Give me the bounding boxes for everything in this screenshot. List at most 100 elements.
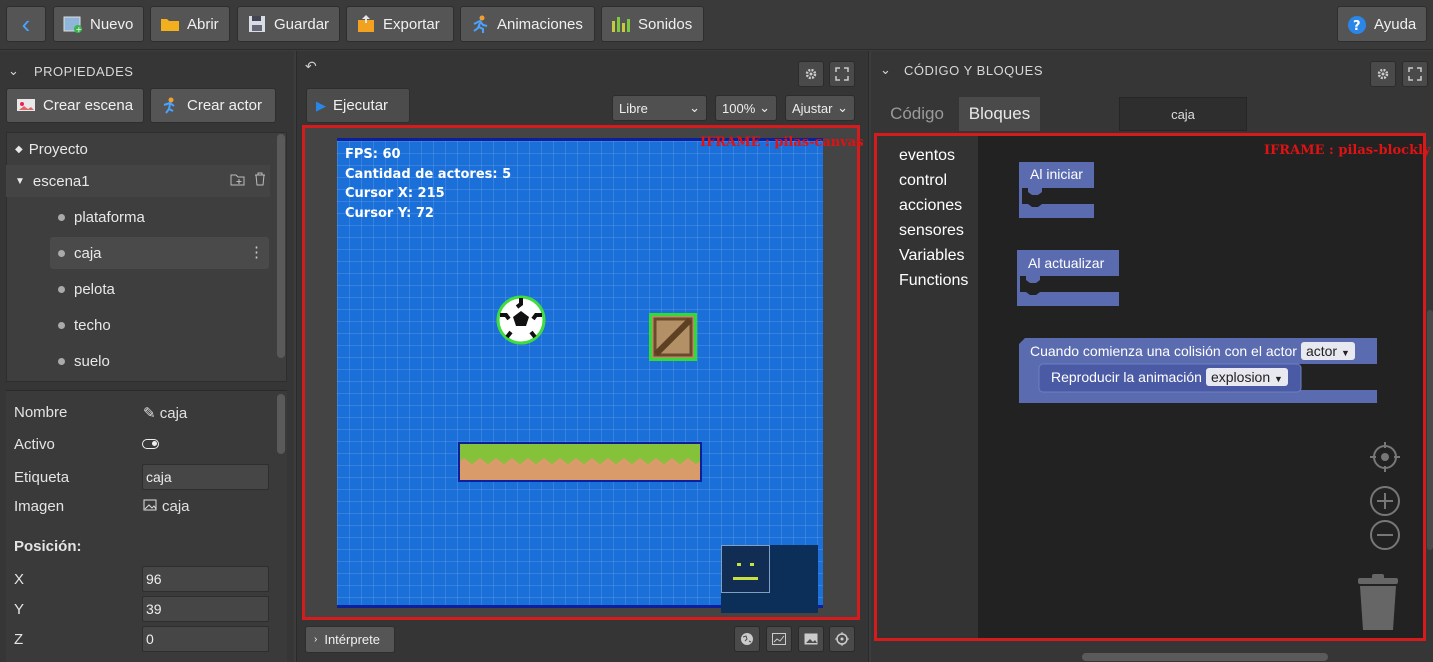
sonidos-label: Sonidos bbox=[638, 15, 693, 33]
actor-dropdown[interactable]: actor ▼ bbox=[1300, 342, 1355, 360]
exportar-label: Exportar bbox=[383, 15, 440, 33]
crear-actor-button[interactable]: Crear actor bbox=[150, 88, 276, 123]
tree-item-label: caja bbox=[74, 244, 102, 262]
toolbox-control[interactable]: control bbox=[899, 172, 947, 190]
tab-bloques[interactable]: Bloques bbox=[959, 97, 1040, 131]
block-label: Cuando comienza una colisión con el acto… bbox=[1030, 343, 1297, 359]
tree-item-caja[interactable]: caja ⋮ bbox=[50, 237, 269, 269]
toolbox-eventos[interactable]: eventos bbox=[899, 147, 955, 165]
back-button[interactable]: ‹ bbox=[6, 6, 46, 42]
guardar-button[interactable]: Guardar bbox=[237, 6, 340, 42]
toolbox-functions[interactable]: Functions bbox=[899, 272, 968, 290]
animaciones-button[interactable]: Animaciones bbox=[460, 6, 595, 42]
recenter-icon[interactable] bbox=[1369, 441, 1401, 476]
nombre-label: Nombre bbox=[14, 404, 68, 421]
chevron-right-icon: › bbox=[314, 634, 318, 645]
tree-item-proyecto[interactable]: ◆ Proyecto bbox=[6, 133, 270, 165]
ayuda-label: Ayuda bbox=[1374, 15, 1417, 33]
play-icon: ▶ bbox=[316, 97, 326, 113]
props-scrollbar[interactable] bbox=[277, 394, 285, 454]
x-field[interactable]: 96 bbox=[142, 566, 269, 592]
image-icon[interactable] bbox=[798, 626, 824, 652]
pelota-actor[interactable] bbox=[496, 295, 546, 348]
collapse-chevron-icon[interactable]: ⌄ bbox=[880, 62, 891, 78]
crosshair-icon[interactable] bbox=[829, 626, 855, 652]
trash-can-icon[interactable] bbox=[1356, 574, 1400, 635]
tree-item-suelo[interactable]: suelo bbox=[6, 345, 270, 377]
undo-icon[interactable]: ↶ bbox=[305, 58, 317, 75]
toolbox-acciones[interactable]: acciones bbox=[899, 197, 962, 215]
svg-text:?: ? bbox=[1353, 19, 1361, 34]
dropdown-value: explosion bbox=[1210, 369, 1271, 385]
minimap[interactable] bbox=[721, 545, 818, 613]
chevron-down-icon: ⌄ bbox=[759, 100, 770, 115]
chevron-down-icon: ⌄ bbox=[837, 100, 848, 115]
crear-escena-label: Crear escena bbox=[43, 97, 134, 114]
z-field[interactable]: 0 bbox=[142, 626, 269, 652]
block-colision[interactable]: Cuando comienza una colisión con el acto… bbox=[1019, 338, 1377, 404]
trash-icon[interactable] bbox=[254, 172, 266, 190]
settings-gear-icon[interactable] bbox=[798, 61, 824, 87]
mode-select[interactable]: Libre ⌄ bbox=[612, 95, 707, 121]
save-icon bbox=[247, 15, 267, 33]
fullscreen-icon[interactable] bbox=[1402, 61, 1428, 87]
plataforma-actor[interactable] bbox=[458, 442, 702, 482]
tree-item-techo[interactable]: techo bbox=[6, 309, 270, 341]
horizontal-scrollbar[interactable] bbox=[1082, 653, 1328, 661]
block-al-iniciar[interactable]: Al iniciar bbox=[1019, 162, 1099, 227]
caja-actor[interactable] bbox=[649, 313, 697, 361]
etiqueta-field[interactable]: caja bbox=[142, 464, 269, 490]
zoom-out-icon[interactable] bbox=[1369, 519, 1401, 554]
tree-item-label: techo bbox=[74, 316, 111, 334]
interprete-button[interactable]: › Intérprete bbox=[305, 626, 395, 653]
block-al-actualizar[interactable]: Al actualizar bbox=[1017, 250, 1121, 315]
add-folder-icon[interactable] bbox=[230, 173, 245, 190]
tab-codigo[interactable]: Código bbox=[880, 97, 954, 131]
globe-icon[interactable] bbox=[734, 626, 760, 652]
tree-item-plataforma[interactable]: plataforma bbox=[6, 201, 270, 233]
pencil-icon: ✎ bbox=[143, 405, 156, 422]
abrir-button[interactable]: Abrir bbox=[150, 6, 230, 42]
imagen-value[interactable]: caja bbox=[143, 498, 190, 515]
fit-select[interactable]: Ajustar ⌄ bbox=[785, 95, 855, 121]
interprete-label: Intérprete bbox=[324, 632, 380, 647]
more-vert-icon[interactable]: ⋮ bbox=[249, 243, 264, 261]
exportar-button[interactable]: Exportar bbox=[346, 6, 454, 42]
propiedades-header: PROPIEDADES bbox=[34, 64, 134, 79]
toolbox-sensores[interactable]: sensores bbox=[899, 222, 964, 240]
tree-scrollbar[interactable] bbox=[277, 134, 285, 358]
minimap-viewport[interactable] bbox=[721, 545, 770, 593]
tree-item-escena1[interactable]: ▼ escena1 bbox=[6, 165, 270, 197]
crear-escena-button[interactable]: Crear escena bbox=[6, 88, 144, 123]
svg-text:+: + bbox=[76, 25, 83, 33]
toolbox-variables[interactable]: Variables bbox=[899, 247, 965, 265]
zoom-in-icon[interactable] bbox=[1369, 485, 1401, 520]
mode-select-value: Libre bbox=[619, 100, 648, 116]
nombre-text: caja bbox=[159, 405, 188, 422]
activo-toggle[interactable] bbox=[142, 439, 159, 449]
right-panel-scrollbar[interactable] bbox=[1427, 310, 1433, 550]
bullet-icon bbox=[58, 285, 65, 293]
tree-item-pelota[interactable]: pelota bbox=[6, 273, 270, 305]
export-icon bbox=[356, 15, 376, 33]
actor-name-tab[interactable]: caja bbox=[1119, 97, 1247, 131]
nombre-value[interactable]: ✎ caja bbox=[143, 404, 187, 422]
zoom-select[interactable]: 100% ⌄ bbox=[715, 95, 777, 121]
sonidos-button[interactable]: Sonidos bbox=[601, 6, 704, 42]
settings-gear-icon[interactable] bbox=[1370, 61, 1396, 87]
tree-item-label: pelota bbox=[74, 280, 115, 298]
bullet-icon bbox=[58, 321, 65, 329]
crear-actor-label: Crear actor bbox=[187, 97, 263, 114]
chart-icon[interactable] bbox=[766, 626, 792, 652]
fullscreen-icon[interactable] bbox=[829, 61, 855, 87]
animation-dropdown[interactable]: explosion ▼ bbox=[1205, 368, 1288, 386]
y-field[interactable]: 39 bbox=[142, 596, 269, 622]
ejecutar-button[interactable]: ▶ Ejecutar bbox=[306, 88, 410, 123]
equalizer-icon bbox=[611, 15, 631, 33]
ayuda-button[interactable]: ? Ayuda bbox=[1337, 6, 1427, 42]
collapse-chevron-icon[interactable]: ⌄ bbox=[8, 63, 19, 79]
nuevo-button[interactable]: + Nuevo bbox=[53, 6, 144, 42]
hud-cursor-y: Cursor Y: 72 bbox=[345, 205, 434, 221]
ejecutar-label: Ejecutar bbox=[333, 97, 389, 114]
caret-down-icon[interactable]: ▼ bbox=[15, 176, 25, 187]
